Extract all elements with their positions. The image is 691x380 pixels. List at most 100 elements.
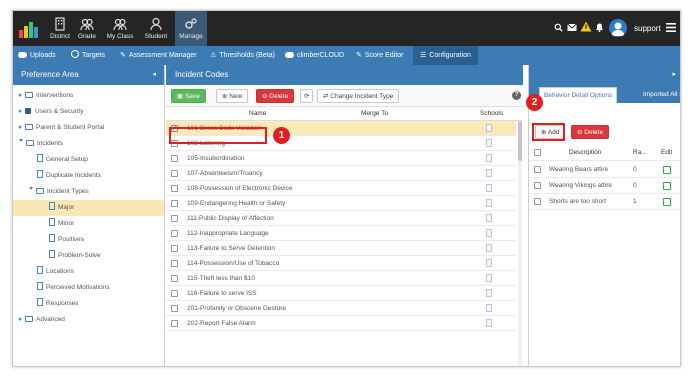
avatar[interactable] (609, 19, 627, 37)
delete-button[interactable]: ⊖ Delete (256, 89, 295, 103)
tree-item-users-security[interactable]: Users & Security (19, 104, 83, 120)
tab-climbercloud[interactable]: climberCLOUD (285, 46, 344, 65)
bell-icon[interactable] (595, 22, 604, 32)
row-checkbox[interactable] (171, 320, 178, 327)
schools-icon[interactable] (486, 199, 492, 207)
detail-row[interactable]: Wearing Vikings attire 0 (529, 178, 680, 194)
schools-icon[interactable] (486, 229, 492, 237)
column-edit[interactable]: Edit (661, 145, 672, 161)
row-checkbox[interactable] (171, 245, 178, 252)
table-row[interactable]: 113-Failure to Serve Detention (166, 241, 516, 256)
column-name[interactable]: Name (249, 110, 266, 117)
schools-icon[interactable] (486, 319, 492, 327)
help-icon[interactable]: ? (512, 91, 521, 100)
table-row[interactable]: 105-Insubordination (166, 151, 516, 166)
row-checkbox[interactable] (171, 305, 178, 312)
chevron-right-icon[interactable]: ▸ (672, 65, 676, 85)
schools-icon[interactable] (486, 244, 492, 252)
tree-item-advanced[interactable]: Advanced (19, 312, 65, 328)
tab-score-editor[interactable]: ✎ Score Editor (356, 46, 403, 65)
row-checkbox[interactable] (171, 200, 178, 207)
collapse-icon[interactable]: ◂ (152, 65, 156, 85)
column-rank[interactable]: Ra... (633, 145, 647, 161)
row-checkbox[interactable] (171, 230, 178, 237)
schools-icon[interactable] (486, 304, 492, 312)
tab-behavior-detail-options[interactable]: Behavior Detail Options (539, 87, 618, 103)
tab-imported-all[interactable]: Imported All › (639, 87, 680, 103)
table-row[interactable]: 112-Inappropriate Language (166, 226, 516, 241)
edit-icon[interactable] (663, 182, 671, 190)
column-merge-to[interactable]: Merge To (361, 110, 388, 117)
row-checkbox[interactable] (171, 290, 178, 297)
schools-icon[interactable] (486, 124, 492, 132)
tab-targets[interactable]: Targets (71, 46, 105, 65)
tab-configuration[interactable]: ☰ Configuration (413, 46, 478, 65)
save-button[interactable]: ▣ Save (171, 89, 206, 103)
tree-item-incident-types[interactable]: Incident Types (29, 184, 89, 200)
table-row[interactable]: 108-Possession of Electronic Device (166, 181, 516, 196)
change-incident-type-button[interactable]: ⇄ Change Incident Type (317, 89, 400, 103)
tree-item-interventions[interactable]: Interventions (19, 88, 73, 104)
tree-item-positives[interactable]: Positives (49, 232, 84, 248)
schools-icon[interactable] (486, 139, 492, 147)
search-icon[interactable] (554, 23, 563, 32)
tab-uploads[interactable]: Uploads (18, 46, 56, 65)
row-checkbox[interactable] (171, 215, 178, 222)
schools-icon[interactable] (486, 154, 492, 162)
schools-icon[interactable] (486, 289, 492, 297)
row-checkbox[interactable] (171, 185, 178, 192)
delete-detail-button[interactable]: ⊖ Delete (571, 125, 610, 139)
table-row[interactable]: 107-Absenteeism/Truancy (166, 166, 516, 181)
tree-item-perceived-motivations[interactable]: Perceived Motivations (37, 280, 110, 296)
incident-codes-scrollbar[interactable] (518, 121, 522, 366)
mail-icon[interactable] (567, 23, 577, 32)
schools-icon[interactable] (486, 274, 492, 282)
schools-icon[interactable] (486, 214, 492, 222)
nav-district[interactable]: District (47, 11, 73, 46)
detail-row[interactable]: Shorts are too short 1 (529, 194, 680, 210)
row-checkbox[interactable] (534, 182, 541, 189)
schools-icon[interactable] (486, 169, 492, 177)
nav-student[interactable]: Student (141, 11, 171, 46)
row-checkbox[interactable] (534, 198, 541, 205)
select-all-checkbox[interactable] (534, 149, 541, 156)
hamburger-menu-icon[interactable] (666, 23, 676, 32)
tree-item-problem-solve[interactable]: Problem-Solve (49, 248, 101, 264)
nav-manage[interactable]: Manage (175, 11, 207, 46)
table-row[interactable]: 201-Profanity or Obscene Gesture (166, 301, 516, 316)
refresh-button[interactable]: ⟳ (300, 89, 314, 103)
row-checkbox[interactable] (534, 166, 541, 173)
tree-item-major[interactable]: Major (13, 200, 164, 216)
edit-icon[interactable] (663, 198, 671, 206)
schools-icon[interactable] (486, 259, 492, 267)
table-row[interactable]: 116-Failure to serve ISS (166, 286, 516, 301)
row-checkbox[interactable] (171, 275, 178, 282)
row-checkbox[interactable] (171, 155, 178, 162)
schools-icon[interactable] (486, 184, 492, 192)
column-schools[interactable]: Schools (480, 110, 503, 117)
table-row[interactable]: 111-Public Display of Affection (166, 211, 516, 226)
column-description[interactable]: Description (569, 145, 602, 161)
tree-item-locations[interactable]: Locations (37, 264, 74, 280)
table-row[interactable]: 115-Theft less than $10 (166, 271, 516, 286)
table-row[interactable]: 114-Possession/Use of Tobacco (166, 256, 516, 271)
new-button[interactable]: ⊕ New (216, 89, 249, 103)
username[interactable]: support (634, 11, 661, 46)
edit-icon[interactable] (663, 166, 671, 174)
tree-item-duplicate-incidents[interactable]: Duplicate Incidents (37, 168, 101, 184)
nav-my-class[interactable]: My Class (103, 11, 137, 46)
tree-item-responses[interactable]: Responses (37, 296, 79, 312)
table-row[interactable]: 109-Endangering Health or Safety (166, 196, 516, 211)
warning-icon[interactable] (580, 21, 592, 32)
tab-assessment-manager[interactable]: ✎ Assessment Manager (120, 46, 197, 65)
tab-thresholds[interactable]: ⚠ Thresholds (Beta) (210, 46, 275, 65)
row-checkbox[interactable] (171, 170, 178, 177)
tree-item-parent-portal[interactable]: Parent & Student Portal (19, 120, 104, 136)
nav-grade[interactable]: Grade (75, 11, 99, 46)
tree-item-minor[interactable]: Minor (49, 216, 74, 232)
tree-item-incidents[interactable]: Incidents (19, 136, 63, 152)
tree-item-general-setup[interactable]: General Setup (37, 152, 88, 168)
detail-row[interactable]: Wearing Bears attire 0 (529, 162, 680, 178)
scrollbar-thumb[interactable] (518, 121, 522, 161)
table-row[interactable]: 202-Report False Alarm (166, 316, 516, 331)
